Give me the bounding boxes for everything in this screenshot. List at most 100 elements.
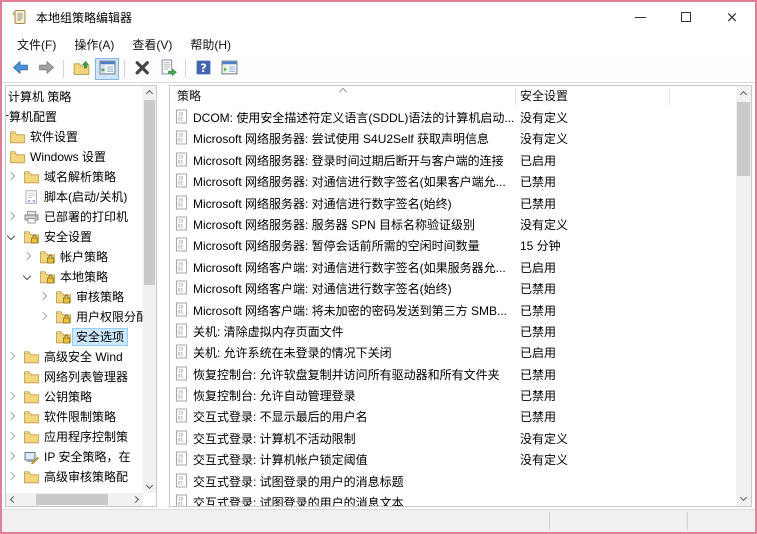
policy-row-6[interactable]: 1001Microsoft 网络服务器: 暂停会话前所需的空闲时间数量15 分钟 [170,234,736,255]
chevron-right-icon[interactable] [7,392,15,400]
tree-item-5[interactable]: 脚本(启动/关机) [6,187,143,207]
tree-item-15[interactable]: 公钥策略 [6,387,143,407]
chevron-down-icon[interactable] [23,272,31,280]
local-group-policy-editor-window: 本地组策略编辑器 × 文件(F)操作(A)查看(V)帮助(H) ? 计算机 策略… [0,0,757,534]
policy-row-14[interactable]: 1001交互式登录: 不显示最后的用户名已禁用 [170,405,736,426]
policy-row-3[interactable]: 1001Microsoft 网络服务器: 对通信进行数字签名(如果客户端允...… [170,170,736,191]
policy-name: Microsoft 网络服务器: 登录时间过期后断开与客户端的连接 [193,152,504,169]
policy-name: Microsoft 网络客户端: 对通信进行数字签名(如果服务器允... [193,259,506,276]
chevron-right-icon[interactable] [7,412,15,420]
policy-row-4[interactable]: 1001Microsoft 网络服务器: 对通信进行数字签名(始终)已禁用 [170,192,736,213]
up-one-level-button[interactable] [69,58,93,80]
policy-row-12[interactable]: 1001恢复控制台: 允许软盘复制并访问所有驱动器和所有文件夹已禁用 [170,363,736,384]
tree-item-13[interactable]: 高级安全 Wind [6,347,143,367]
tree-hscrollbar-thumb[interactable] [36,494,108,505]
policy-row-7[interactable]: 1001Microsoft 网络客户端: 对通信进行数字签名(如果服务器允...… [170,256,736,277]
policy-row-1[interactable]: 1001Microsoft 网络服务器: 尝试使用 S4U2Self 获取声明信… [170,127,736,148]
tree-item-7[interactable]: 安全设置 [6,227,143,247]
tree-item-1[interactable]: 计算机配置 [6,107,143,127]
menu-item-0[interactable]: 文件(F) [8,33,65,56]
export-list-button[interactable] [156,58,180,80]
tree-item-4[interactable]: 域名解析策略 [6,167,143,187]
tree-horizontal-scrollbar[interactable] [6,493,143,506]
chevron-right-icon[interactable] [7,432,15,440]
policy-icon: 1001 [174,451,188,466]
new-window-button[interactable] [217,58,241,80]
svg-text:01: 01 [178,309,184,314]
tree-item-8[interactable]: 帐户策略 [6,247,143,267]
tree-item-2[interactable]: 软件设置 [6,127,143,147]
scroll-down-icon [146,482,153,489]
svg-text:01: 01 [178,266,184,271]
tree-scroll-left-button[interactable] [6,493,19,506]
tree-item-16[interactable]: 软件限制策略 [6,407,143,427]
list-scrollbar-thumb[interactable] [737,102,750,176]
tree-item-3[interactable]: Windows 设置 [6,147,143,167]
tree-item-6[interactable]: 已部署的打印机 [6,207,143,227]
chevron-right-icon[interactable] [7,352,15,360]
statusbar [2,509,755,532]
tree-item-10[interactable]: 审核策略 [6,287,143,307]
list-scroll-down-button[interactable] [736,491,751,506]
tree-item-12[interactable]: 安全选项 [6,327,143,347]
close-button[interactable]: × [709,2,755,32]
tree-item-label: 本地策略 [57,269,111,285]
policy-row-9[interactable]: 1001Microsoft 网络客户端: 将未加密的密码发送到第三方 SMB..… [170,299,736,320]
maximize-button[interactable] [663,2,709,32]
folder-icon [24,170,39,184]
tree-scroll-down-button[interactable] [143,480,156,493]
policy-name: 交互式登录: 不显示最后的用户名 [193,408,368,425]
chevron-right-icon[interactable] [7,172,15,180]
tree-scroll-right-button[interactable] [130,493,143,506]
policy-row-17[interactable]: 1001交互式登录: 试图登录的用户的消息标题 [170,470,736,491]
minimize-button[interactable] [617,2,663,32]
column-divider[interactable] [515,88,516,105]
column-header-policy[interactable]: 策略 [177,86,201,106]
policy-row-15[interactable]: 1001交互式登录: 计算机不活动限制没有定义 [170,427,736,448]
forward-button[interactable] [34,58,58,80]
chevron-right-icon[interactable] [23,252,31,260]
tree-scroll-up-button[interactable] [143,86,156,99]
tree-vertical-scrollbar[interactable] [143,86,156,493]
list-scroll-up-button[interactable] [736,86,751,101]
policy-row-16[interactable]: 1001交互式登录: 计算机帐户锁定阈值没有定义 [170,448,736,469]
tree-item-14[interactable]: 网络列表管理器 [6,367,143,387]
tree-item-0[interactable]: 计算机 策略 [6,87,143,107]
policy-name: 恢复控制台: 允许自动管理登录 [193,387,356,404]
chevron-right-icon[interactable] [7,212,15,220]
menu-item-3[interactable]: 帮助(H) [181,33,240,56]
back-button[interactable] [8,58,32,80]
help-button[interactable]: ? [191,58,215,80]
policy-row-11[interactable]: 1001关机: 允许系统在未登录的情况下关闭已启用 [170,341,736,362]
tree-scrollbar-thumb[interactable] [144,100,155,285]
chevron-right-icon[interactable] [7,452,15,460]
chevron-right-icon[interactable] [39,292,47,300]
menu-item-2[interactable]: 查看(V) [123,33,181,56]
menu-item-1[interactable]: 操作(A) [65,33,123,56]
scroll-up-icon [740,91,747,98]
policy-row-0[interactable]: 1001DCOM: 使用安全描述符定义语言(SDDL)语法的计算机启动...没有… [170,106,736,127]
tree-item-11[interactable]: 用户权限分配 [6,307,143,327]
tree-item-9[interactable]: 本地策略 [6,267,143,287]
folder-icon [24,430,39,444]
policy-row-2[interactable]: 1001Microsoft 网络服务器: 登录时间过期后断开与客户端的连接已启用 [170,149,736,170]
tree-item-18[interactable]: IP 安全策略，在 [6,447,143,467]
policy-row-10[interactable]: 1001关机: 清除虚拟内存页面文件已禁用 [170,320,736,341]
panel-splitter[interactable] [157,85,169,507]
folder-lock-icon [40,270,55,284]
policy-name: 恢复控制台: 允许软盘复制并访问所有驱动器和所有文件夹 [193,366,500,383]
chevron-right-icon[interactable] [7,472,15,480]
list-vertical-scrollbar[interactable] [736,86,751,506]
policy-row-5[interactable]: 1001Microsoft 网络服务器: 服务器 SPN 目标名称验证级别没有定… [170,213,736,234]
policy-row-8[interactable]: 1001Microsoft 网络客户端: 对通信进行数字签名(始终)已禁用 [170,277,736,298]
policy-row-13[interactable]: 1001恢复控制台: 允许自动管理登录已禁用 [170,384,736,405]
show-console-tree-button[interactable] [95,58,119,80]
column-header-setting[interactable]: 安全设置 [520,86,568,106]
chevron-down-icon[interactable] [7,232,15,240]
chevron-right-icon[interactable] [39,312,47,320]
tree-item-17[interactable]: 应用程序控制策 [6,427,143,447]
delete-button[interactable] [130,58,154,80]
policy-row-18[interactable]: 1001交互式登录: 试图登录的用户的消息文本 [170,491,736,506]
column-divider[interactable] [669,88,670,105]
tree-item-19[interactable]: 高级审核策略配 [6,467,143,487]
